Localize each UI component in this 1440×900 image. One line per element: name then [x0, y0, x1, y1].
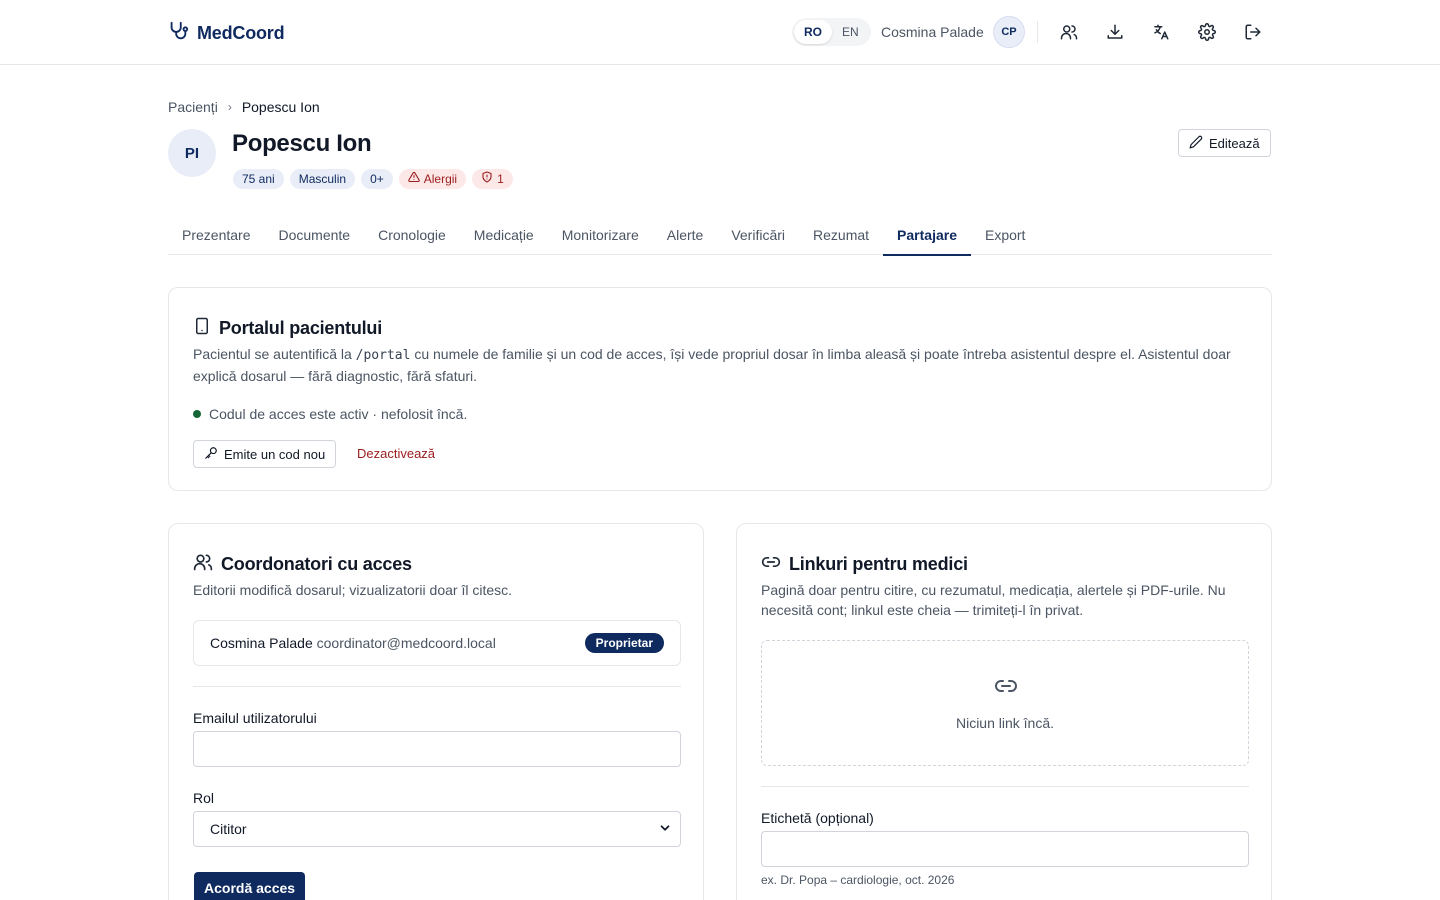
issue-new-code-button[interactable]: Emite un cod nou [193, 440, 337, 468]
logout-icon[interactable] [1241, 20, 1265, 44]
sex-badge: Masculin [289, 169, 356, 189]
header-divider [1037, 21, 1038, 43]
tab-cronologie[interactable]: Cronologie [364, 214, 460, 255]
shield-alert-icon [481, 169, 493, 189]
link-icon [761, 552, 781, 577]
user-avatar[interactable]: CP [993, 16, 1025, 48]
allergies-badge: Alergii [398, 169, 467, 189]
tab-medicatie[interactable]: Medicație [460, 214, 548, 255]
gear-icon[interactable] [1195, 20, 1219, 44]
patient-badges: 75 ani Masculin 0+ Alergii 1 [233, 169, 513, 189]
tab-partajare[interactable]: Partajare [883, 214, 971, 256]
patient-avatar: PI [168, 129, 216, 177]
issue-new-code-label: Emite un cod nou [224, 446, 326, 462]
chevron-down-icon [658, 821, 672, 838]
links-title-text: Linkuri pentru medici [789, 554, 968, 574]
key-icon [204, 446, 218, 463]
pencil-icon [1189, 135, 1203, 152]
translate-icon[interactable] [1149, 20, 1173, 44]
blood-type-badge: 0+ [361, 169, 393, 189]
warning-triangle-icon [407, 169, 420, 189]
breadcrumb-current: Popescu Ion [241, 99, 320, 115]
users-icon[interactable] [1057, 20, 1081, 44]
links-title: Linkuri pentru medici [761, 552, 968, 577]
tablet-icon [193, 316, 211, 341]
breadcrumb: Pacienți › Popescu Ion [168, 99, 320, 115]
links-empty-state: Niciun link încă. [761, 640, 1249, 766]
links-description: Pagină doar pentru citire, cu rezumatul,… [761, 582, 1226, 618]
language-toggle: RO EN [792, 18, 871, 46]
member-info: Cosmina Palade coordinator@medcoord.loca… [210, 635, 496, 651]
tab-rezumat[interactable]: Rezumat [799, 214, 883, 255]
stethoscope-icon [167, 20, 189, 47]
link-label-label: Etichetă (opțional) [761, 810, 874, 826]
grant-access-button[interactable]: Acordă acces [194, 872, 306, 900]
breadcrumb-patients-link[interactable]: Pacienți [168, 99, 218, 115]
edit-label: Editează [1209, 135, 1260, 151]
member-name: Cosmina Palade [210, 635, 313, 651]
access-code-status: Codul de acces este activ · nefolosit în… [193, 406, 467, 422]
coordinators-card: Coordonatori cu acces Editorii modifică … [168, 523, 704, 900]
divider [761, 786, 1249, 787]
link-label-input[interactable] [761, 831, 1249, 867]
patient-name: Popescu Ion [232, 130, 372, 157]
users-icon [193, 552, 213, 577]
portal-desc-before: Pacientul se autentifică la [193, 346, 356, 362]
alerts-count: 1 [497, 172, 504, 186]
brand-name: MedCoord [197, 23, 285, 43]
role-selected-value: Cititor [210, 821, 247, 837]
doctor-links-card: Linkuri pentru medici Pagină doar pentru… [736, 523, 1272, 900]
download-icon[interactable] [1103, 20, 1127, 44]
top-bar: MedCoord RO EN Cosmina Palade CP [0, 0, 1440, 65]
member-row: Cosmina Palade coordinator@medcoord.loca… [193, 620, 681, 666]
role-select[interactable]: Cititor [193, 811, 681, 847]
alerts-count-badge: 1 [472, 169, 513, 189]
tab-export[interactable]: Export [971, 214, 1039, 255]
age-badge: 75 ani [233, 169, 284, 189]
patient-tabs: Prezentare Documente Cronologie Medicați… [168, 214, 1272, 256]
language-ro-button[interactable]: RO [794, 20, 832, 44]
role-label: Rol [193, 790, 215, 806]
language-en-button[interactable]: EN [832, 20, 869, 44]
deactivate-button[interactable]: Dezactivează [357, 446, 435, 461]
user-email-label: Emailul utilizatorului [193, 710, 317, 726]
tab-documente[interactable]: Documente [264, 214, 364, 255]
edit-patient-button[interactable]: Editează [1178, 129, 1271, 157]
tab-alerte[interactable]: Alerte [653, 214, 718, 255]
portal-title: Portalul pacientului [193, 316, 382, 341]
brand-logo[interactable]: MedCoord [167, 20, 285, 47]
allergies-label: Alergii [423, 172, 458, 186]
tab-monitorizare[interactable]: Monitorizare [548, 214, 653, 255]
user-email-input[interactable] [193, 731, 681, 767]
divider [193, 686, 681, 687]
patient-portal-card: Portalul pacientului Pacientul se autent… [168, 287, 1272, 491]
tab-verificari[interactable]: Verificări [717, 214, 799, 255]
coordinators-title-text: Coordonatori cu acces [221, 554, 412, 574]
user-name: Cosmina Palade [881, 24, 984, 40]
chevron-right-icon: › [227, 100, 232, 114]
link-label-hint: ex. Dr. Popa – cardiologie, oct. 2026 [761, 873, 955, 887]
link-icon [991, 674, 1021, 698]
status-dot [193, 410, 201, 418]
tab-prezentare[interactable]: Prezentare [168, 214, 264, 255]
member-email: coordinator@medcoord.local [316, 635, 496, 651]
links-empty-text: Niciun link încă. [955, 715, 1055, 731]
owner-badge: Proprietar [584, 633, 664, 653]
portal-path-code: /portal [355, 348, 411, 363]
coordinators-description: Editorii modifică dosarul; vizualizatori… [193, 582, 513, 598]
coordinators-title: Coordonatori cu acces [193, 552, 412, 577]
portal-description: Pacientul se autentifică la /portal cu n… [193, 344, 1243, 386]
access-code-status-text: Codul de acces este activ · nefolosit în… [209, 406, 468, 422]
portal-title-text: Portalul pacientului [219, 318, 383, 338]
